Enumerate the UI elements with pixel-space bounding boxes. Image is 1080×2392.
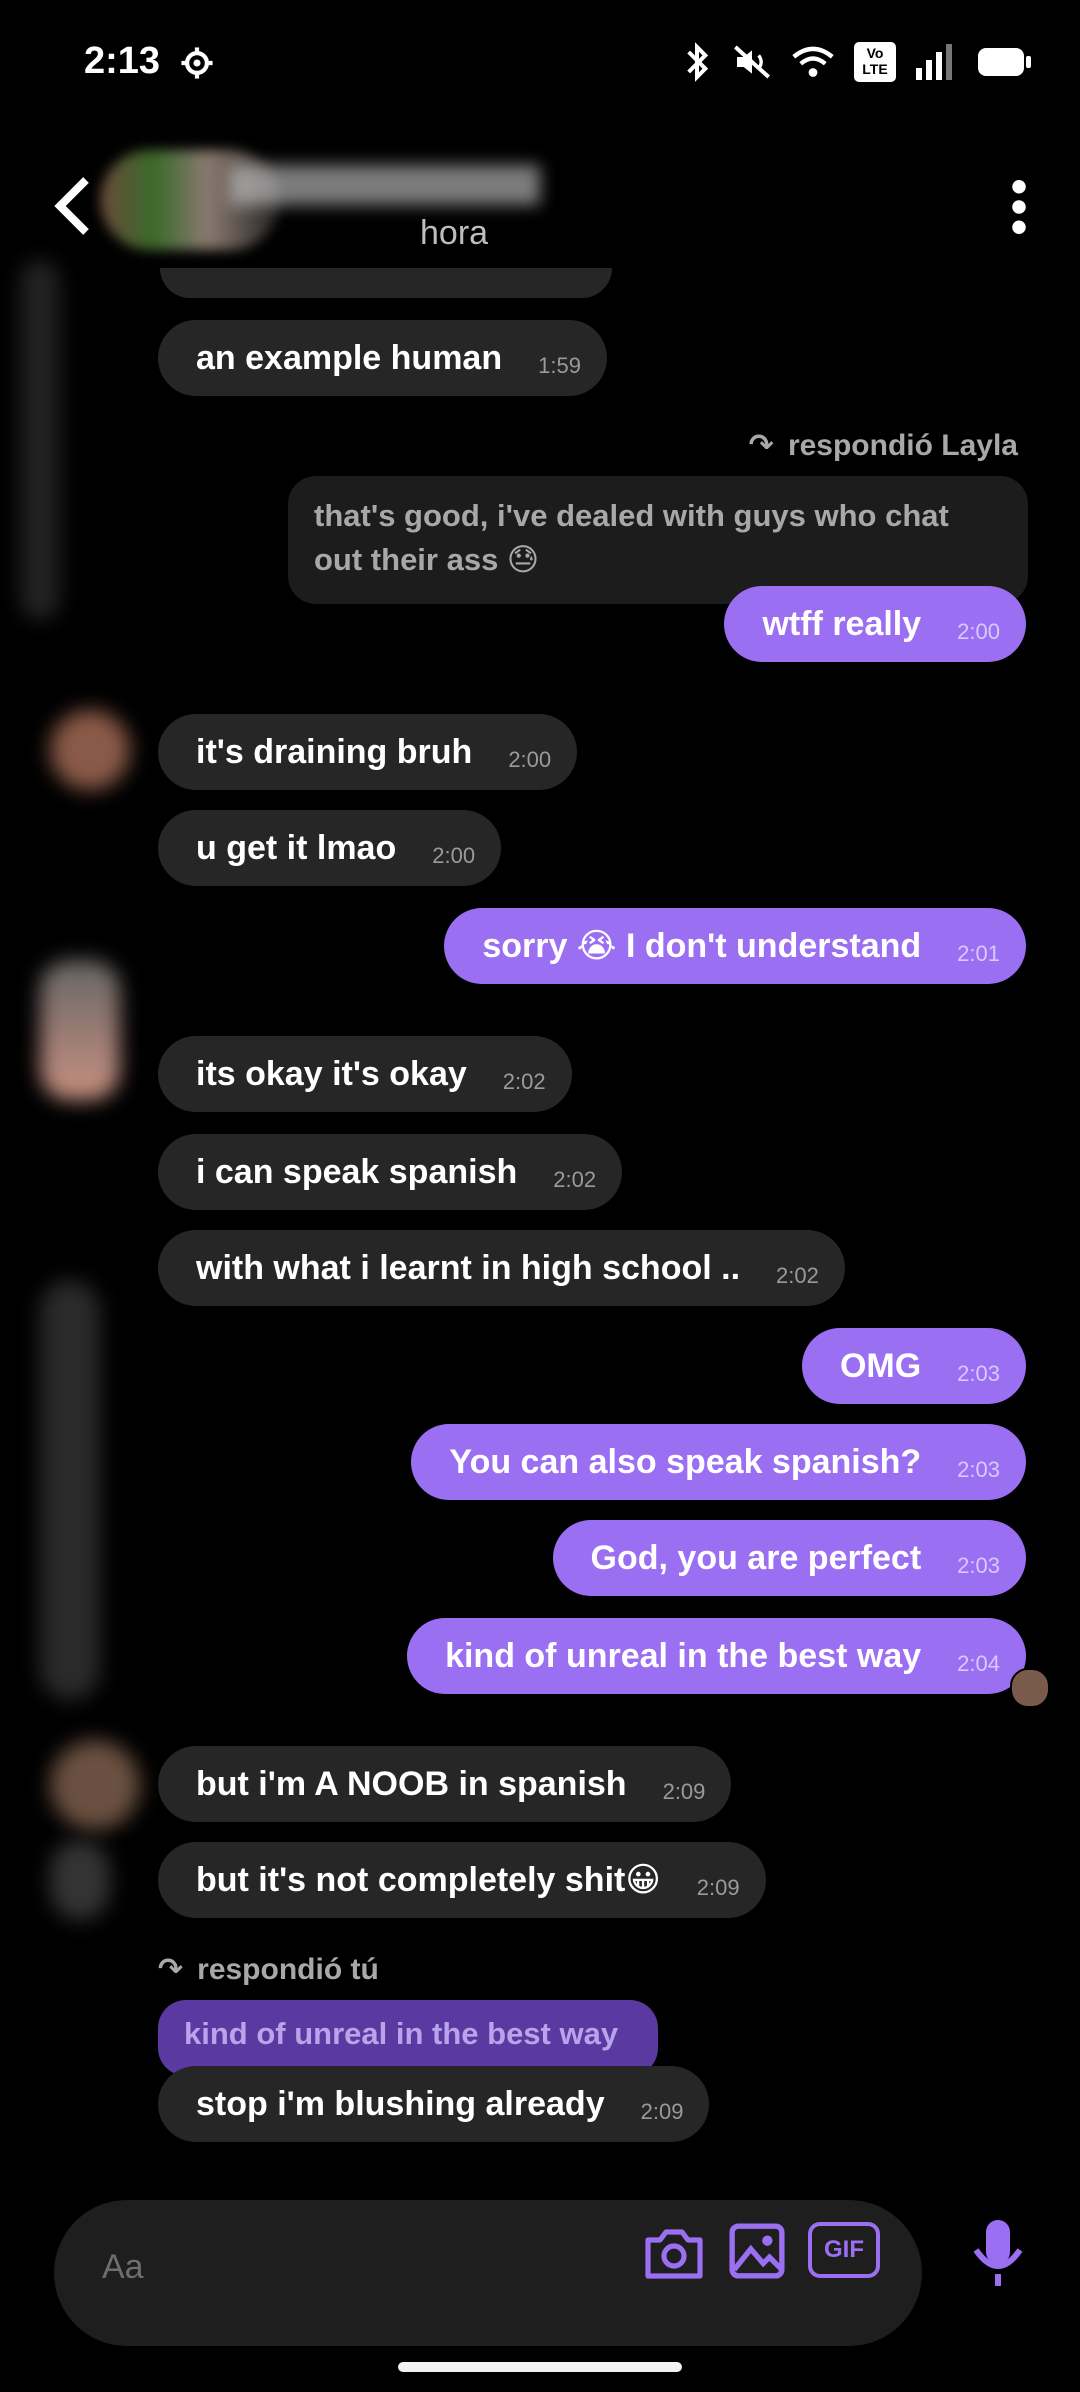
message-incoming[interactable]: i can speak spanish 2:02 [158,1134,623,1210]
message-incoming[interactable]: it's draining bruh 2:00 [158,714,578,790]
message-incoming[interactable]: its okay it's okay 2:02 [158,1036,572,1112]
message-outgoing[interactable]: OMG 2:03 [801,1328,1026,1404]
signal-icon [916,44,952,80]
message-incoming[interactable]: an example human 1:59 [158,320,607,396]
wifi-icon [792,46,834,77]
back-arrow-icon[interactable] [52,176,92,236]
message-outgoing[interactable]: God, you are perfect 2:03 [552,1520,1026,1596]
mute-icon [733,45,771,79]
message-time: 1:59 [538,353,581,378]
message-incoming[interactable]: with what i learnt in high school .. 2:0… [158,1230,845,1306]
message-time: 2:09 [640,2099,684,2124]
message-text: its okay it's okay [196,1054,467,1093]
message-time: 2:01 [957,941,1000,966]
message-text: You can also speak spanish? [449,1442,922,1481]
settings-gear-icon [181,47,213,79]
message-outgoing[interactable]: sorry 😭 I don't understand 2:01 [444,908,1026,984]
message-time: 2:02 [553,1167,597,1192]
reply-arrow-icon: ↷ [158,1953,184,1986]
message-text: but it's not completely shit😀 [196,1861,661,1899]
home-indicator[interactable] [398,2362,682,2372]
quoted-message[interactable]: kind of unreal in the best way [158,2000,659,2076]
gif-button[interactable]: GIF [808,2222,880,2278]
avatar [50,710,130,790]
message-input[interactable]: Aa [102,2248,144,2287]
message-text: u get it lmao [196,828,397,867]
message-text: with what i learnt in high school .. [196,1248,741,1287]
message-text: wtff really [762,604,922,643]
message-time: 2:03 [957,1553,1000,1578]
message-text: kind of unreal in the best way [445,1636,922,1675]
message-time: 2:02 [502,1069,546,1094]
contact-subtitle: hora [420,214,489,252]
message-time: 2:00 [432,843,476,868]
quoted-message[interactable]: that's good, i've dealed with guys who c… [288,476,1028,604]
bluetooth-icon [687,42,709,82]
message-time: 2:02 [776,1263,819,1288]
reply-arrow-icon: ↷ [748,429,774,462]
message-incoming[interactable]: but it's not completely shit😀 2:09 [158,1842,766,1918]
message-text: but i'm A NOOB in spanish [196,1764,627,1803]
reply-label: ↷ respondió Layla [749,428,1018,463]
message-text: i can speak spanish [196,1152,518,1191]
more-options-icon[interactable] [1012,180,1026,234]
message-time: 2:03 [957,1457,1000,1482]
message-time: 2:09 [696,1875,740,1900]
message-text: stop i'm blushing already [196,2084,605,2123]
message-text: an example human [196,338,503,377]
message-text: God, you are perfect [590,1538,922,1577]
status-time: 2:13 [84,40,161,82]
reply-label-text: respondió tú [197,1952,379,1986]
camera-icon[interactable] [642,2226,706,2282]
reply-label: ↷ respondió tú [158,1952,379,1987]
status-icons: Vo LTE [682,42,1032,82]
message-time: 2:00 [957,619,1000,644]
message-time: 2:00 [508,747,552,772]
message-incoming[interactable]: stop i'm blushing already 2:09 [158,2066,710,2142]
partial-message-bubble [160,268,612,298]
message-incoming[interactable]: but i'm A NOOB in spanish 2:09 [158,1746,732,1822]
message-text: OMG [839,1346,922,1385]
avatar [50,1740,140,1830]
redacted-avatar-strip [20,260,60,620]
message-incoming[interactable]: u get it lmao 2:00 [158,810,502,886]
microphone-icon[interactable] [972,2218,1024,2290]
contact-name-redacted [230,165,540,205]
message-composer[interactable] [54,2200,922,2346]
message-time: 2:09 [662,1779,706,1804]
message-text: sorry 😭 I don't understand [482,927,922,965]
read-receipt-avatar [1010,1668,1050,1708]
message-time: 2:04 [957,1651,1000,1676]
gallery-icon[interactable] [728,2222,786,2280]
reply-label-text: respondió Layla [787,428,1018,462]
message-outgoing[interactable]: kind of unreal in the best way 2:04 [407,1618,1026,1694]
avatar [40,960,120,1100]
redacted-avatar-strip [40,1280,100,1700]
message-text: it's draining bruh [196,732,473,771]
message-time: 2:03 [957,1361,1000,1386]
volte-icon: Vo LTE [854,42,896,82]
battery-icon [978,48,1031,76]
message-outgoing[interactable]: wtff really 2:00 [724,586,1026,662]
message-outgoing[interactable]: You can also speak spanish? 2:03 [411,1424,1026,1500]
avatar [50,1840,110,1920]
